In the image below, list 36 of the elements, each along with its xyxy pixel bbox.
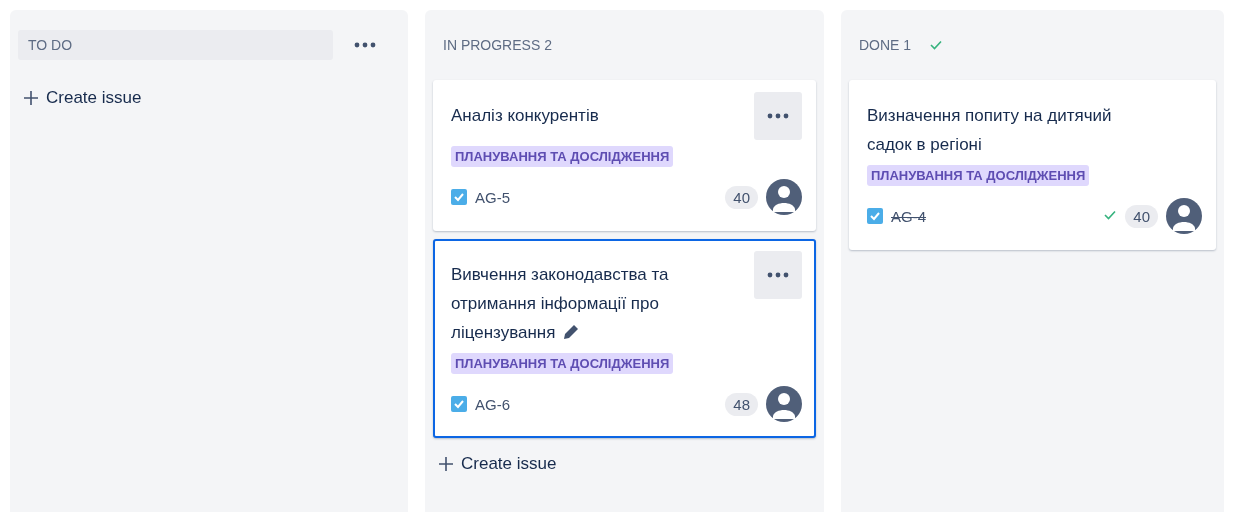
checkbox-icon xyxy=(451,396,467,412)
avatar-icon xyxy=(766,386,802,422)
more-icon xyxy=(767,272,789,278)
more-icon xyxy=(354,42,376,48)
card-title: Вивчення законодавства та отримання інформації про ліцензування xyxy=(451,264,670,344)
issue-key[interactable]: AG-4 xyxy=(891,207,926,225)
estimate-badge: 48 xyxy=(725,392,758,416)
avatar-icon xyxy=(766,179,802,215)
avatar-icon xyxy=(1166,198,1202,234)
estimate-badge: 40 xyxy=(725,185,758,209)
plus-icon xyxy=(439,457,453,471)
card-title: Визначення попиту на дитячий садок в регіоні xyxy=(867,105,1113,156)
check-icon xyxy=(929,39,944,51)
create-issue-button[interactable]: Create issue xyxy=(18,80,148,116)
checkbox-icon xyxy=(451,189,467,205)
column-title: IN PROGRESS 2 xyxy=(442,36,553,55)
card-title: Аналіз конкурентів xyxy=(451,105,599,127)
issue-key[interactable]: AG-6 xyxy=(475,395,510,413)
card-menu-button[interactable] xyxy=(754,92,802,140)
pencil-icon xyxy=(563,324,580,340)
card-menu-button[interactable] xyxy=(754,251,802,299)
epic-tag: ПЛАНУВАННЯ ТА ДОСЛІДЖЕННЯ xyxy=(451,146,674,167)
column-title: TO DO xyxy=(18,30,333,60)
plus-icon xyxy=(24,91,38,105)
issue-card[interactable]: Визначення попиту на дитячий садок в регіоні ПЛАНУВАННЯ ТА ДОСЛІДЖЕННЯ AG-4 40 xyxy=(849,80,1216,250)
issue-key[interactable]: AG-5 xyxy=(475,188,510,206)
checkbox-icon xyxy=(867,208,883,224)
estimate-badge: 40 xyxy=(1125,204,1158,228)
issue-card[interactable]: Аналіз конкурентів ПЛАНУВАННЯ ТА ДОСЛІДЖЕННЯ AG-5 40 xyxy=(433,80,816,231)
more-icon xyxy=(767,113,789,119)
epic-tag: ПЛАНУВАННЯ ТА ДОСЛІДЖЕННЯ xyxy=(451,353,674,374)
create-issue-button[interactable]: Create issue xyxy=(433,446,563,482)
issue-card[interactable]: Вивчення законодавства та отримання інформації про ліцензування ПЛАНУВАННЯ ТА ДОСЛІДЖЕННЯ AG-6 48 xyxy=(433,239,816,438)
epic-tag: ПЛАНУВАННЯ ТА ДОСЛІДЖЕННЯ xyxy=(867,165,1090,186)
column-title: DONE 1 xyxy=(858,36,913,55)
resolved-check-icon xyxy=(1103,209,1118,221)
